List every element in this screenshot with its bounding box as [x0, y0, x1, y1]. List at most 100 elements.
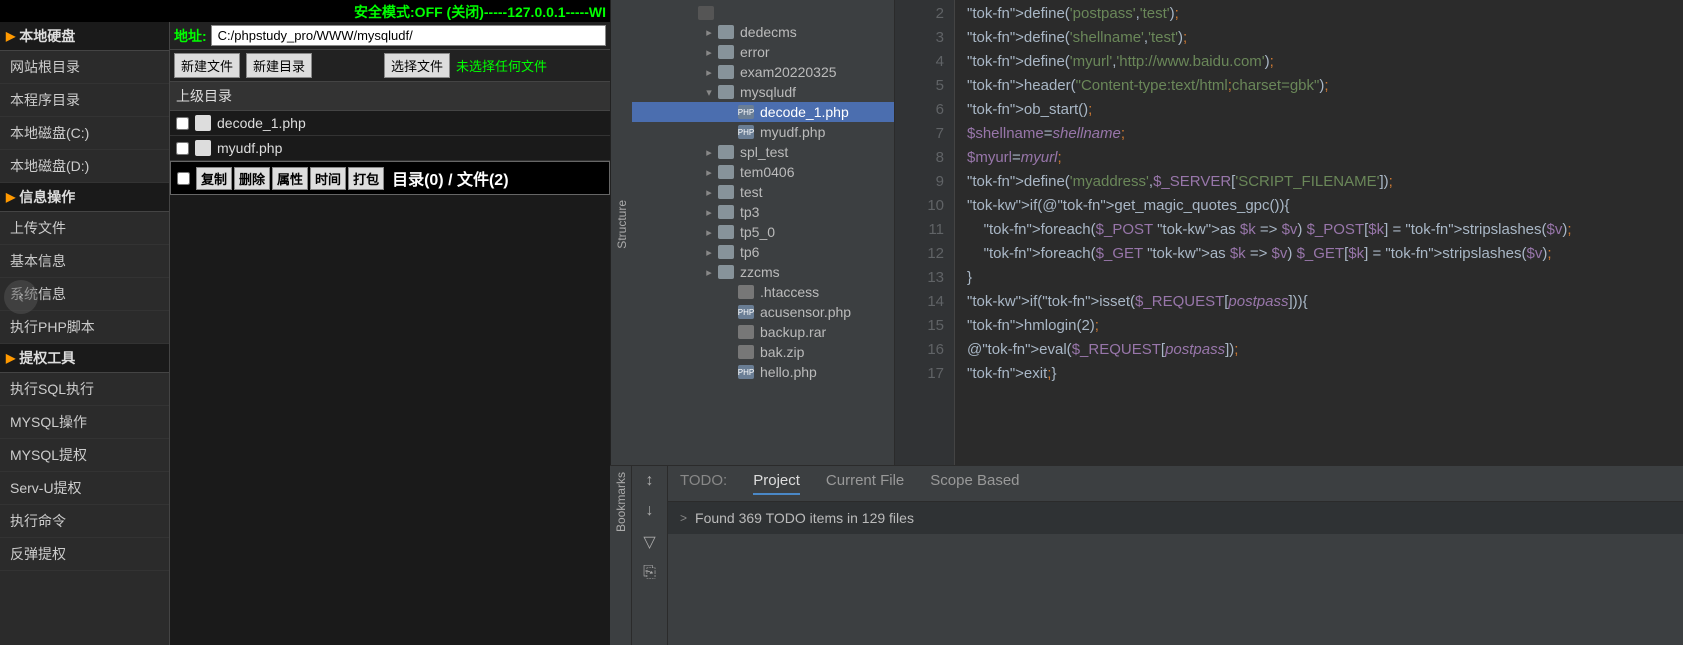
- tree-item[interactable]: ▸ tp5_0: [632, 222, 894, 242]
- time-button[interactable]: 时间: [310, 167, 346, 190]
- sidebar-category[interactable]: 提权工具: [0, 344, 169, 373]
- sidebar-item[interactable]: 执行PHP脚本: [0, 311, 169, 344]
- tree-item[interactable]: ▸exam20220325: [632, 62, 894, 82]
- sidebar-category[interactable]: 信息操作: [0, 183, 169, 212]
- tree-item[interactable]: ▾mysqludf: [632, 82, 894, 102]
- sidebar-item[interactable]: MYSQL提权: [0, 439, 169, 472]
- file-row[interactable]: myudf.php: [170, 136, 610, 161]
- sidebar-item[interactable]: 网站根目录: [0, 51, 169, 84]
- tree-item[interactable]: PHP myudf.php: [632, 122, 894, 142]
- tree-item[interactable]: .htaccess: [632, 282, 894, 302]
- webshell-sidebar: 本地硬盘网站根目录本程序目录本地磁盘(C:)本地磁盘(D:)信息操作上传文件基本…: [0, 22, 170, 645]
- file-name: decode_1.php: [217, 115, 306, 131]
- tree-item[interactable]: backup.rar: [632, 322, 894, 342]
- webshell-panel: 安全模式:OFF (关闭)-----127.0.0.1-----WI 本地硬盘网…: [0, 0, 610, 645]
- folder-icon: [718, 45, 734, 59]
- attr-button[interactable]: 属性: [272, 167, 308, 190]
- parent-dir-link[interactable]: 上级目录: [170, 82, 610, 111]
- editor-code[interactable]: "tok-fn">define('postpass','test');"tok-…: [955, 0, 1683, 465]
- folder-icon: [718, 205, 734, 219]
- tree-item[interactable]: bak.zip: [632, 342, 894, 362]
- tree-item[interactable]: ▸error: [632, 42, 894, 62]
- tree-item[interactable]: PHPhello.php: [632, 362, 894, 382]
- chevron-icon[interactable]: ▸: [702, 146, 716, 159]
- down-icon[interactable]: ↓: [646, 502, 654, 520]
- back-button[interactable]: ‹: [4, 280, 38, 314]
- chevron-icon[interactable]: ▸: [702, 186, 716, 199]
- tree-label: tp3: [740, 204, 759, 220]
- php-file-icon: PHP: [738, 125, 754, 139]
- filter-icon[interactable]: ▽: [643, 532, 655, 552]
- chevron-icon[interactable]: ▸: [702, 266, 716, 279]
- sidebar-item[interactable]: 执行命令: [0, 505, 169, 538]
- pack-button[interactable]: 打包: [348, 167, 384, 190]
- tree-item[interactable]: ▸zzcms: [632, 262, 894, 282]
- todo-tab[interactable]: Current File: [826, 472, 904, 495]
- chevron-icon[interactable]: ▸: [702, 166, 716, 179]
- chevron-icon[interactable]: ▾: [702, 86, 716, 99]
- chevron-icon[interactable]: ▸: [702, 46, 716, 59]
- sidebar-item[interactable]: 执行SQL执行: [0, 373, 169, 406]
- project-tree[interactable]: ▸dedecms▸error▸exam20220325▾mysqludfPHPd…: [632, 0, 895, 465]
- tree-label: acusensor.php: [760, 304, 851, 320]
- chevron-icon[interactable]: ▸: [702, 246, 716, 259]
- folder-icon: [718, 185, 734, 199]
- address-label: 地址:: [174, 26, 207, 46]
- tree-item[interactable]: ▸ tp3: [632, 202, 894, 222]
- chevron-icon[interactable]: ▸: [702, 226, 716, 239]
- tree-label: spl_test: [740, 144, 788, 160]
- tree-item[interactable]: PHPacusensor.php: [632, 302, 894, 322]
- tree-item[interactable]: ▸dedecms: [632, 22, 894, 42]
- file-row[interactable]: decode_1.php: [170, 111, 610, 136]
- file-name: myudf.php: [217, 140, 282, 156]
- copy-button[interactable]: 复制: [196, 167, 232, 190]
- tree-label: backup.rar: [760, 324, 826, 340]
- sidebar-item[interactable]: 反弹提权: [0, 538, 169, 571]
- tree-item[interactable]: ▸tem0406: [632, 162, 894, 182]
- address-input[interactable]: [211, 25, 606, 46]
- new-dir-button[interactable]: 新建目录: [246, 53, 312, 78]
- folder-icon: [718, 65, 734, 79]
- todo-message[interactable]: Found 369 TODO items in 129 files: [668, 502, 1683, 534]
- new-file-button[interactable]: 新建文件: [174, 53, 240, 78]
- sidebar-item[interactable]: 上传文件: [0, 212, 169, 245]
- tree-label: tp6: [740, 244, 759, 260]
- chevron-icon[interactable]: ▸: [702, 206, 716, 219]
- tree-item[interactable]: [632, 4, 894, 22]
- export-icon[interactable]: ⎘: [643, 564, 656, 582]
- folder-icon: [718, 165, 734, 179]
- sidebar-item[interactable]: 本地磁盘(D:): [0, 150, 169, 183]
- tree-label: myudf.php: [760, 124, 825, 140]
- select-all-checkbox[interactable]: [177, 172, 190, 185]
- collapse-icon[interactable]: ↕: [646, 472, 654, 490]
- chevron-icon[interactable]: ▸: [702, 26, 716, 39]
- chevron-icon[interactable]: ▸: [702, 66, 716, 79]
- delete-button[interactable]: 删除: [234, 167, 270, 190]
- tree-item[interactable]: ▸ spl_test: [632, 142, 894, 162]
- todo-tab[interactable]: Scope Based: [930, 472, 1019, 495]
- sidebar-item[interactable]: 本地磁盘(C:): [0, 117, 169, 150]
- todo-tabs: TODO: Project Current File Scope Based: [668, 466, 1683, 502]
- choose-file-button[interactable]: 选择文件: [384, 53, 450, 78]
- sidebar-item[interactable]: MYSQL操作: [0, 406, 169, 439]
- tree-item[interactable]: ▸test: [632, 182, 894, 202]
- sidebar-category[interactable]: 本地硬盘: [0, 22, 169, 51]
- tree-item[interactable]: PHPdecode_1.php: [632, 102, 894, 122]
- file-checkbox[interactable]: [176, 117, 189, 130]
- todo-label: TODO:: [680, 472, 727, 495]
- folder-icon: [718, 25, 734, 39]
- todo-tab[interactable]: Project: [753, 472, 800, 495]
- tree-item[interactable]: ▸ tp6: [632, 242, 894, 262]
- structure-tool[interactable]: Structure: [615, 200, 629, 249]
- sidebar-item[interactable]: Serv-U提权: [0, 472, 169, 505]
- tree-label: bak.zip: [760, 344, 804, 360]
- file-icon: [738, 345, 754, 359]
- folder-icon: [718, 85, 734, 99]
- tree-label: tp5_0: [740, 224, 775, 240]
- tree-label: decode_1.php: [760, 104, 849, 120]
- sidebar-item[interactable]: 基本信息: [0, 245, 169, 278]
- file-checkbox[interactable]: [176, 142, 189, 155]
- sidebar-item[interactable]: 本程序目录: [0, 84, 169, 117]
- code-editor[interactable]: 234567891011121314151617 "tok-fn">define…: [895, 0, 1683, 465]
- bookmarks-tool[interactable]: Bookmarks: [614, 472, 628, 532]
